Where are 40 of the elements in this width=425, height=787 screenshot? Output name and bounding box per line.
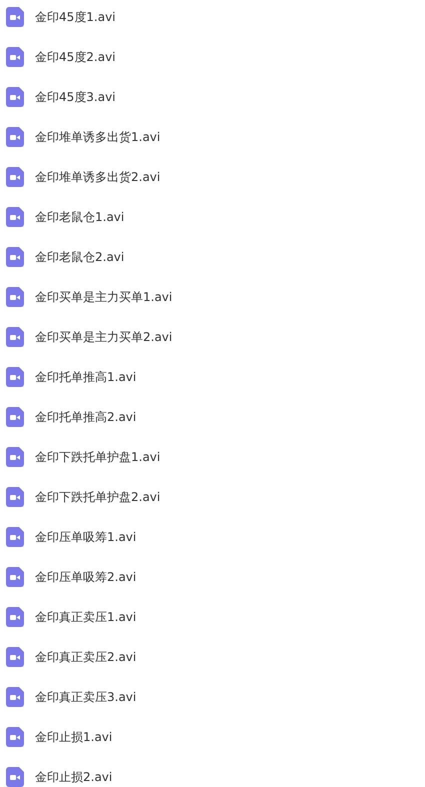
file-name[interactable]: 金印堆单诱多出货1.avi — [35, 128, 160, 146]
file-name[interactable]: 金印老鼠仓2.avi — [35, 248, 124, 266]
video-file-icon — [6, 447, 24, 467]
file-name[interactable]: 金印堆单诱多出货2.avi — [35, 168, 160, 186]
file-name[interactable]: 金印真正卖压1.avi — [35, 608, 136, 626]
file-name[interactable]: 金印真正卖压3.avi — [35, 688, 136, 706]
file-name[interactable]: 金印压单吸筹1.avi — [35, 528, 136, 546]
video-file-icon — [6, 167, 24, 187]
file-name[interactable]: 金印止损1.avi — [35, 728, 112, 746]
video-file-icon — [6, 47, 24, 67]
file-name[interactable]: 金印下跌托单护盘1.avi — [35, 448, 160, 466]
video-file-icon — [6, 367, 24, 387]
video-file-icon — [6, 87, 24, 107]
video-file-icon — [6, 327, 24, 347]
video-file-icon — [6, 127, 24, 147]
video-file-icon — [6, 487, 24, 507]
file-name[interactable]: 金印托单推高1.avi — [35, 368, 136, 386]
file-name[interactable]: 金印下跌托单护盘2.avi — [35, 488, 160, 506]
video-file-icon — [6, 687, 24, 707]
file-name[interactable]: 金印托单推高2.avi — [35, 408, 136, 426]
file-name[interactable]: 金印45度1.avi — [35, 8, 116, 26]
file-name[interactable]: 金印45度2.avi — [35, 48, 116, 66]
file-name[interactable]: 金印买单是主力买单1.avi — [35, 288, 172, 306]
video-file-icon — [6, 247, 24, 267]
file-name[interactable]: 金印老鼠仓1.avi — [35, 208, 124, 226]
file-name[interactable]: 金印45度3.avi — [35, 88, 116, 106]
video-file-icon — [6, 207, 24, 227]
file-name[interactable]: 金印止损2.avi — [35, 768, 112, 786]
video-file-icon — [6, 287, 24, 307]
video-file-icon — [6, 607, 24, 627]
video-file-icon — [6, 727, 24, 747]
video-file-icon — [6, 767, 24, 787]
video-file-icon — [6, 527, 24, 547]
video-file-icon — [6, 647, 24, 667]
file-name[interactable]: 金印买单是主力买单2.avi — [35, 328, 172, 346]
video-file-icon — [6, 567, 24, 587]
video-file-icon — [6, 407, 24, 427]
file-name[interactable]: 金印压单吸筹2.avi — [35, 568, 136, 586]
video-file-icon — [6, 7, 24, 27]
file-name[interactable]: 金印真正卖压2.avi — [35, 648, 136, 666]
